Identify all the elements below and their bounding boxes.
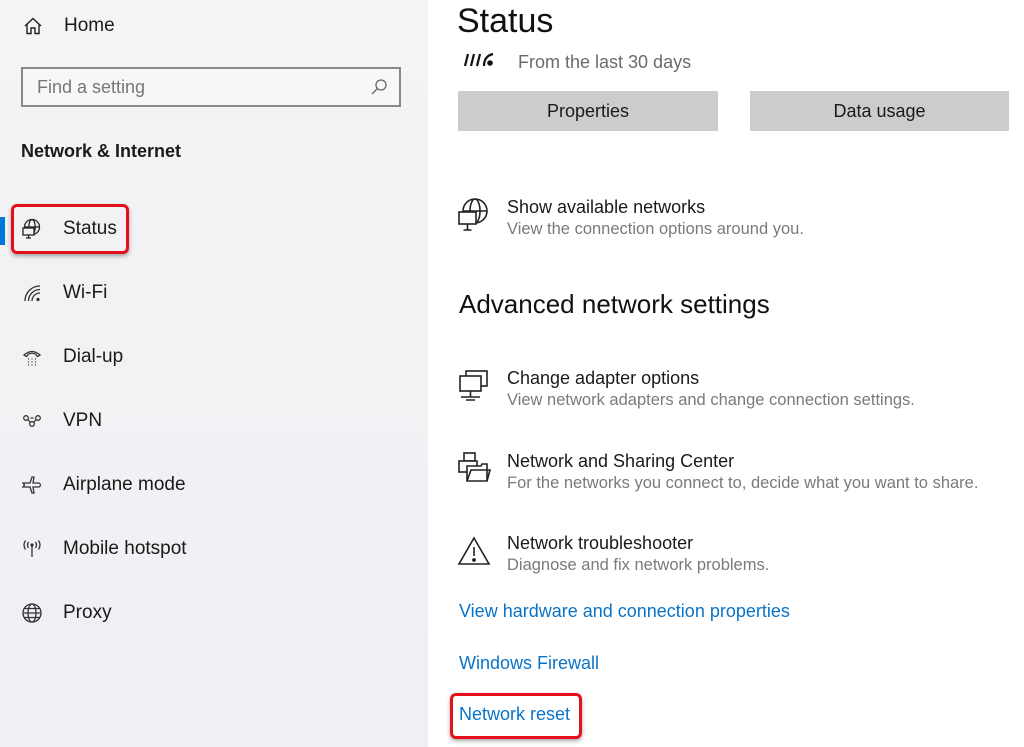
option-description: View network adapters and change connect… <box>507 391 915 409</box>
properties-button[interactable]: Properties <box>458 91 718 131</box>
network-troubleshooter[interactable]: Network troubleshooter Diagnose and fix … <box>456 533 836 581</box>
option-title: Change adapter options <box>507 368 700 388</box>
sidebar-item-wifi[interactable]: Wi-Fi <box>0 273 428 313</box>
adapter-icon <box>456 368 492 404</box>
option-title: Network and Sharing Center <box>507 451 735 471</box>
change-adapter-options[interactable]: Change adapter options View network adap… <box>456 368 936 416</box>
show-available-networks-option[interactable]: Show available networks View the connect… <box>456 197 836 245</box>
sidebar-item-status[interactable]: Status <box>0 209 428 249</box>
section-title: Network & Internet <box>21 141 182 161</box>
hotspot-icon <box>20 537 44 561</box>
search-input[interactable] <box>23 69 367 105</box>
home-icon <box>22 15 44 37</box>
option-title: Show available networks <box>507 197 706 217</box>
sidebar-item-label: Status <box>63 218 117 239</box>
sidebar-item-label: Airplane mode <box>63 474 186 495</box>
option-description: View the connection options around you. <box>507 220 804 238</box>
option-description: Diagnose and fix network problems. <box>507 556 770 574</box>
globe-icon <box>20 601 44 625</box>
dialup-phone-icon <box>20 345 44 369</box>
view-hardware-properties-link[interactable]: View hardware and connection properties <box>459 601 790 622</box>
search-box[interactable] <box>21 67 401 107</box>
sidebar-item-proxy[interactable]: Proxy <box>0 593 428 633</box>
globe-monitor-icon <box>456 197 492 233</box>
home-label: Home <box>64 15 115 36</box>
option-title: Network troubleshooter <box>507 533 694 553</box>
sidebar-item-label: Proxy <box>63 602 112 623</box>
data-usage-button[interactable]: Data usage <box>750 91 1009 131</box>
option-description: For the networks you connect to, decide … <box>507 474 979 492</box>
network-sharing-center[interactable]: Network and Sharing Center For the netwo… <box>456 451 1006 499</box>
sidebar-item-label: Wi-Fi <box>63 282 108 303</box>
airplane-icon <box>20 473 44 497</box>
network-activity-icon <box>462 50 496 75</box>
sidebar-item-dialup[interactable]: Dial-up <box>0 337 428 377</box>
page-title: Status <box>457 2 554 40</box>
vpn-icon <box>20 409 44 433</box>
network-reset-link[interactable]: Network reset <box>459 704 570 725</box>
sidebar-item-label: Dial-up <box>63 346 124 367</box>
data-usage-summary: From the last 30 days <box>462 50 691 75</box>
warning-icon <box>456 533 492 569</box>
sidebar-item-vpn[interactable]: VPN <box>0 401 428 441</box>
search-icon[interactable] <box>369 77 389 97</box>
sharing-center-icon <box>456 451 492 487</box>
usage-period-text: From the last 30 days <box>518 52 692 72</box>
advanced-settings-heading: Advanced network settings <box>459 289 770 319</box>
sidebar: Home Network & Internet Status Wi-Fi Dia… <box>0 0 428 747</box>
sidebar-item-airplane-mode[interactable]: Airplane mode <box>0 465 428 505</box>
home-link[interactable]: Home <box>22 12 115 40</box>
windows-firewall-link[interactable]: Windows Firewall <box>459 653 599 674</box>
sidebar-item-label: VPN <box>63 410 103 431</box>
sidebar-item-label: Mobile hotspot <box>63 538 187 559</box>
wifi-icon <box>20 281 44 305</box>
sidebar-item-mobile-hotspot[interactable]: Mobile hotspot <box>0 529 428 569</box>
active-indicator <box>0 217 5 245</box>
globe-monitor-icon <box>20 217 44 241</box>
